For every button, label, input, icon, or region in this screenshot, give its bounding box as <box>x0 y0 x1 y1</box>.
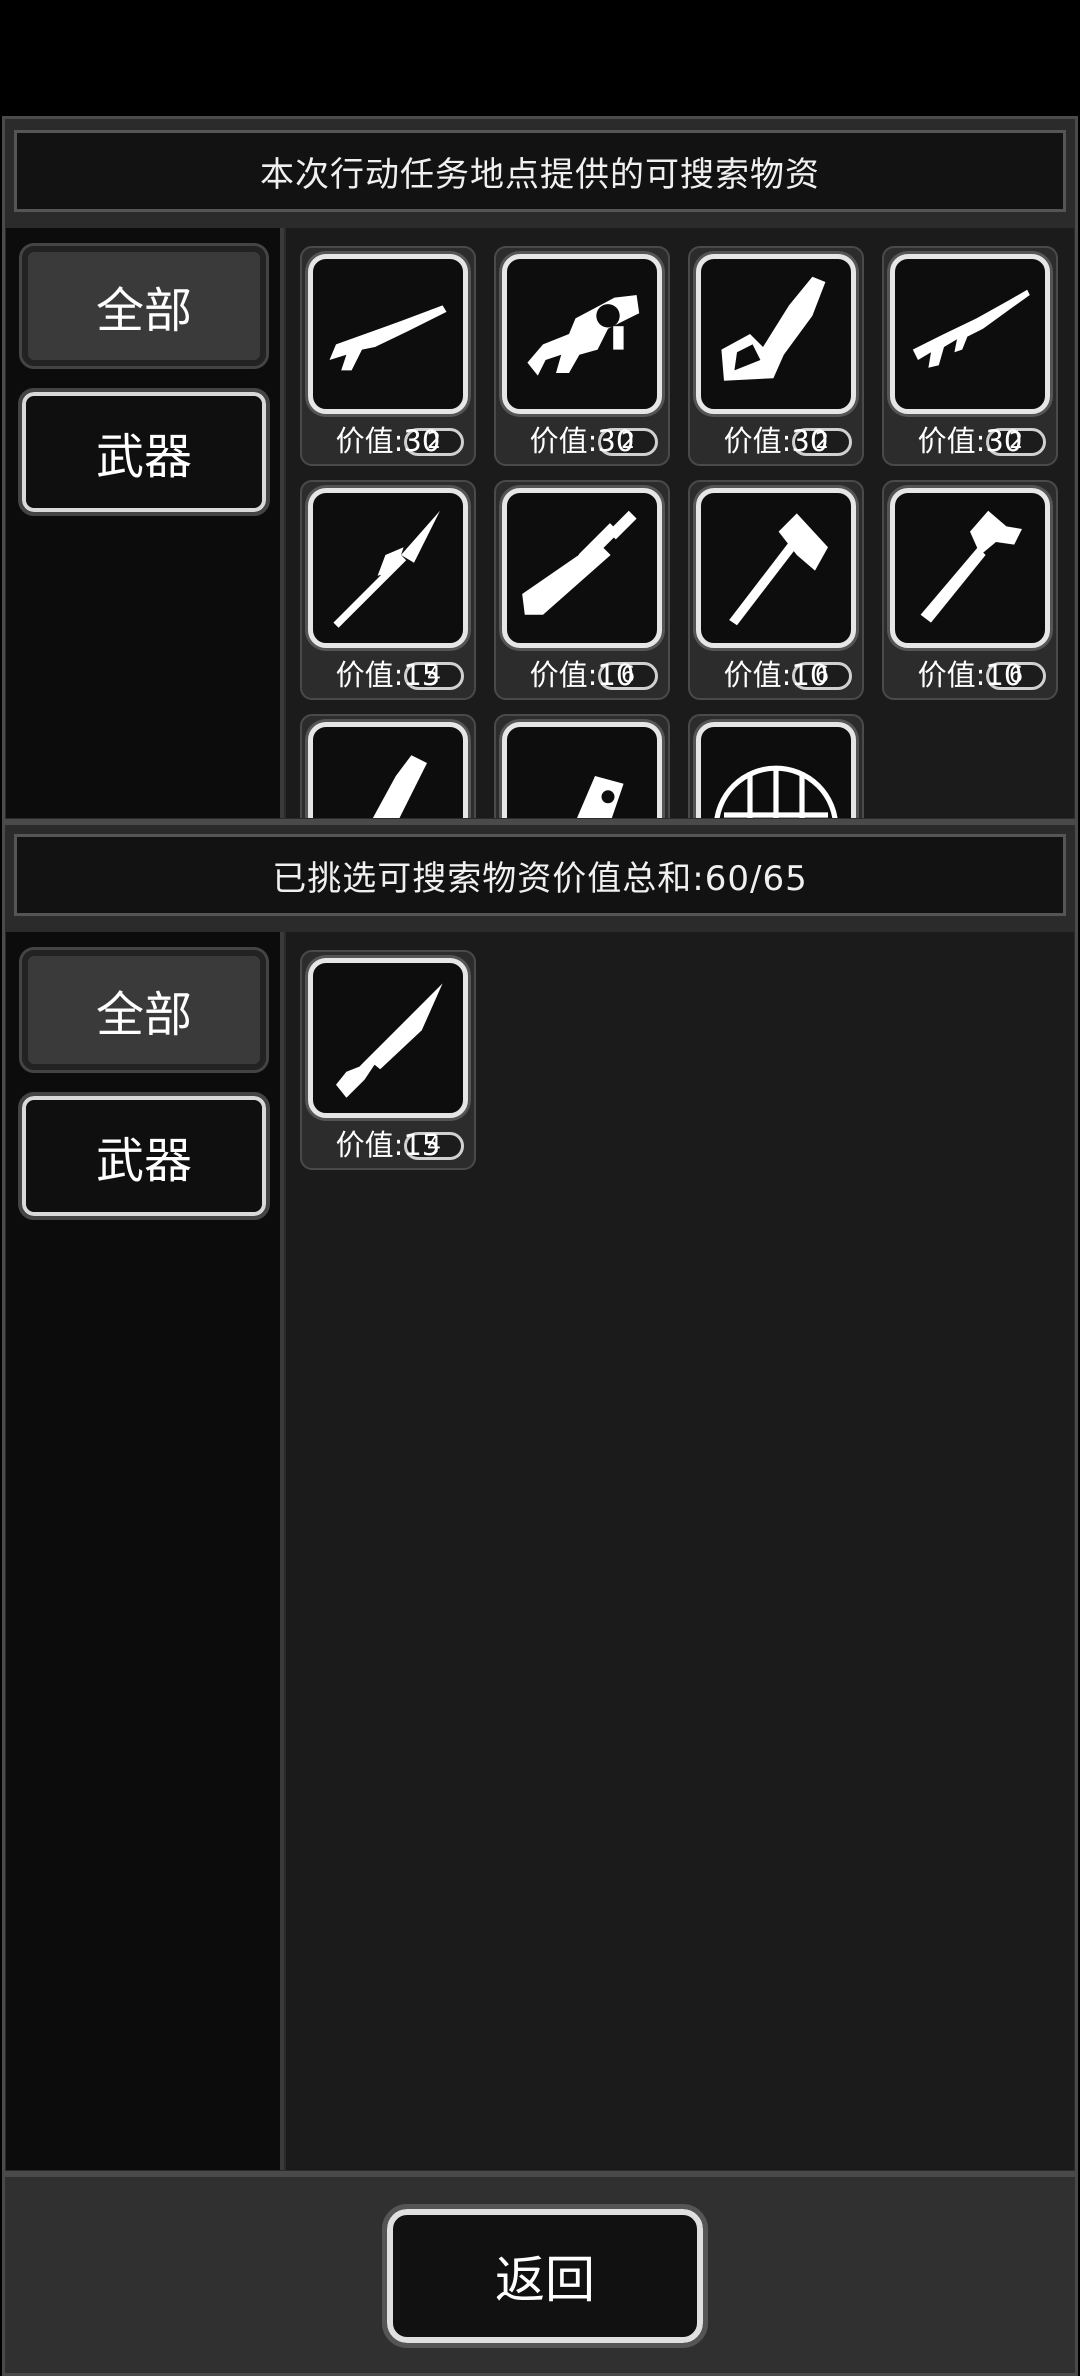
item-card-net[interactable] <box>688 714 864 818</box>
item-card-launcher-tube[interactable] <box>494 714 670 818</box>
hammer-icon <box>920 510 1022 623</box>
launcher-tube-icon <box>577 776 624 818</box>
item-card-knife[interactable]: 4 价值:15 <box>300 950 476 1170</box>
item-card-axe[interactable]: 6 价值:10 <box>688 480 864 700</box>
chainsaw-icon <box>721 276 826 381</box>
item-card-shotgun[interactable]: 2 价值:30 <box>300 246 476 466</box>
top-tab-all[interactable]: 全部 <box>19 243 269 369</box>
top-tab-weapons[interactable]: 武器 <box>18 388 270 516</box>
item-card-sword[interactable]: 6 价值:10 <box>494 480 670 700</box>
item-card-assault-rifle[interactable]: 2 价值:30 <box>882 246 1058 466</box>
return-button[interactable]: 返回 <box>382 2204 708 2348</box>
item-slot <box>308 958 468 1118</box>
available-supplies-title: 本次行动任务地点提供的可搜索物资 <box>14 130 1066 212</box>
net-icon <box>714 765 838 818</box>
item-value-label: 价值:15 <box>335 1128 441 1162</box>
top-item-grid: 2 价值:30 2 价值:30 2 价值:30 2 价值:30 4 价值:15 … <box>286 228 1074 818</box>
bottom-tab-all[interactable]: 全部 <box>19 947 269 1073</box>
item-value-label: 价值:10 <box>917 658 1023 692</box>
sword-icon <box>522 510 637 615</box>
item-slot <box>502 488 662 648</box>
item-value-label: 价值:10 <box>723 658 829 692</box>
item-value-label: 价值:30 <box>723 424 829 458</box>
item-value-label: 价值:10 <box>529 658 635 692</box>
item-slot <box>890 254 1050 414</box>
item-slot <box>308 488 468 648</box>
item-value-label: 价值:30 <box>335 424 441 458</box>
item-value-label: 价值:15 <box>335 658 441 692</box>
item-card-spear[interactable]: 4 价值:15 <box>300 480 476 700</box>
axe-icon <box>729 513 828 626</box>
selected-item-grid: 4 价值:15 <box>286 932 1074 2170</box>
footer-bar: 返回 <box>2 2174 1078 2376</box>
top-category-sidebar: 全部 武器 <box>6 228 284 818</box>
spear-icon <box>333 510 440 628</box>
item-value-label: 价值:30 <box>917 424 1023 458</box>
item-slot <box>308 254 468 414</box>
shotgun-icon <box>329 305 447 371</box>
item-value-label: 价值:30 <box>529 424 635 458</box>
chainsaw-blade-icon <box>372 755 427 818</box>
knife-icon <box>336 983 443 1098</box>
item-slot <box>502 254 662 414</box>
bottom-tab-weapons[interactable]: 武器 <box>18 1092 270 1220</box>
item-slot <box>890 488 1050 648</box>
item-slot <box>696 722 856 818</box>
item-card-chainsaw-blade[interactable] <box>300 714 476 818</box>
item-card-grenade-launcher[interactable]: 2 价值:30 <box>494 246 670 466</box>
selected-total-title: 已挑选可搜索物资价值总和:60/65 <box>14 834 1066 916</box>
item-slot <box>502 722 662 818</box>
item-card-chainsaw[interactable]: 2 价值:30 <box>688 246 864 466</box>
assault-rifle-icon <box>912 289 1030 368</box>
item-slot <box>308 722 468 818</box>
grenade-launcher-icon <box>527 295 640 376</box>
item-card-hammer[interactable]: 6 价值:10 <box>882 480 1058 700</box>
item-slot <box>696 254 856 414</box>
bottom-category-sidebar: 全部 武器 <box>6 932 284 2170</box>
item-slot <box>696 488 856 648</box>
